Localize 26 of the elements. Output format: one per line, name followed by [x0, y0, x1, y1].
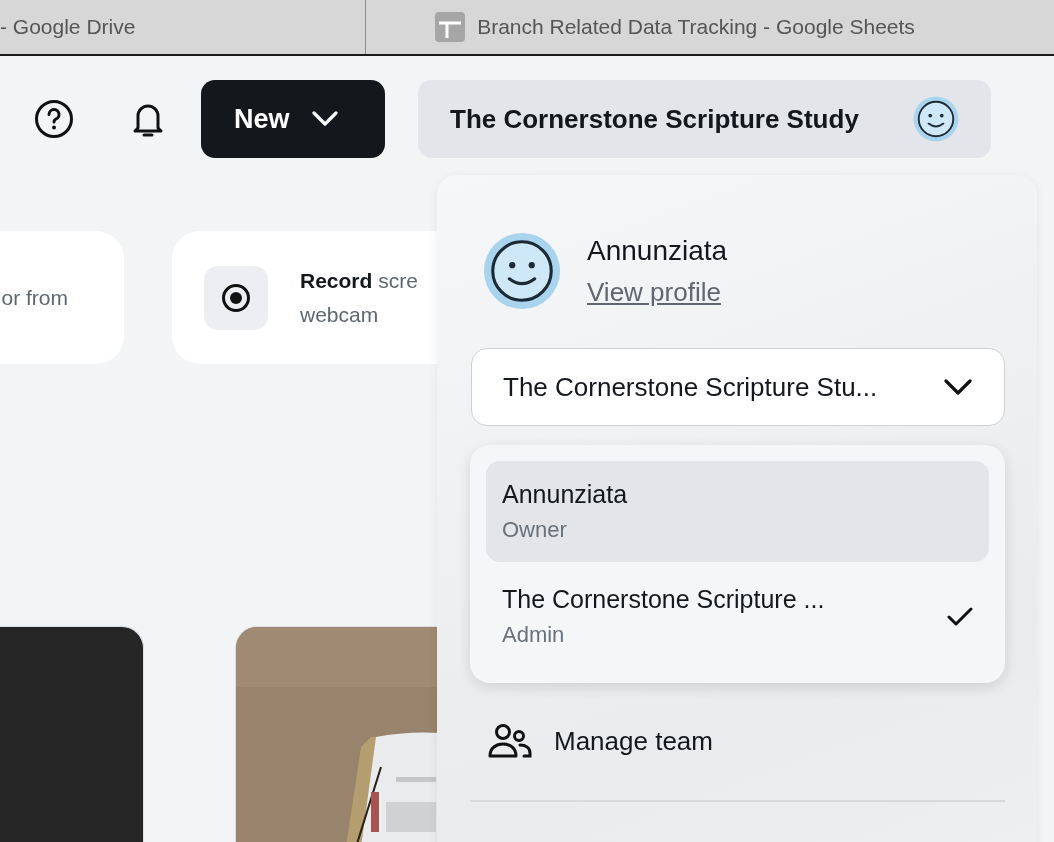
chevron-down-icon	[944, 378, 972, 396]
tab-title[interactable]: - Google Drive	[0, 15, 136, 39]
team-name: Annunziata	[502, 480, 628, 509]
avatar-icon	[483, 232, 561, 310]
new-button[interactable]: New	[201, 80, 385, 158]
team-select[interactable]: The Cornerstone Scripture Stu...	[471, 348, 1005, 426]
action-card[interactable]: or from	[0, 231, 124, 364]
team-option[interactable]: Annunziata Owner	[486, 461, 989, 562]
card-text: or from	[1, 284, 68, 311]
people-icon	[488, 723, 532, 759]
menu-item[interactable]: Manage team	[488, 723, 713, 759]
sheet-icon	[435, 12, 466, 42]
team-role: Owner	[502, 517, 568, 543]
team-option[interactable]: The Cornerstone Scripture ... Admin	[486, 566, 989, 667]
user-name: Annunziata	[587, 234, 728, 267]
view-profile-link[interactable]: View profile	[587, 276, 721, 308]
team-switcher-button[interactable]: The Cornerstone Scripture Study	[418, 80, 991, 158]
tab-title[interactable]: Branch Related Data Tracking - Google Sheets	[477, 15, 915, 39]
card-text: Record scre webcam	[300, 267, 418, 328]
record-icon	[221, 282, 251, 313]
chevron-down-icon	[311, 111, 338, 127]
avatar-icon	[913, 96, 959, 142]
team-role: Admin	[502, 622, 566, 648]
team-name: The Cornerstone Scripture ...	[502, 585, 825, 614]
action-card[interactable]: Record scre webcam	[172, 231, 438, 364]
help-icon[interactable]	[34, 99, 74, 139]
